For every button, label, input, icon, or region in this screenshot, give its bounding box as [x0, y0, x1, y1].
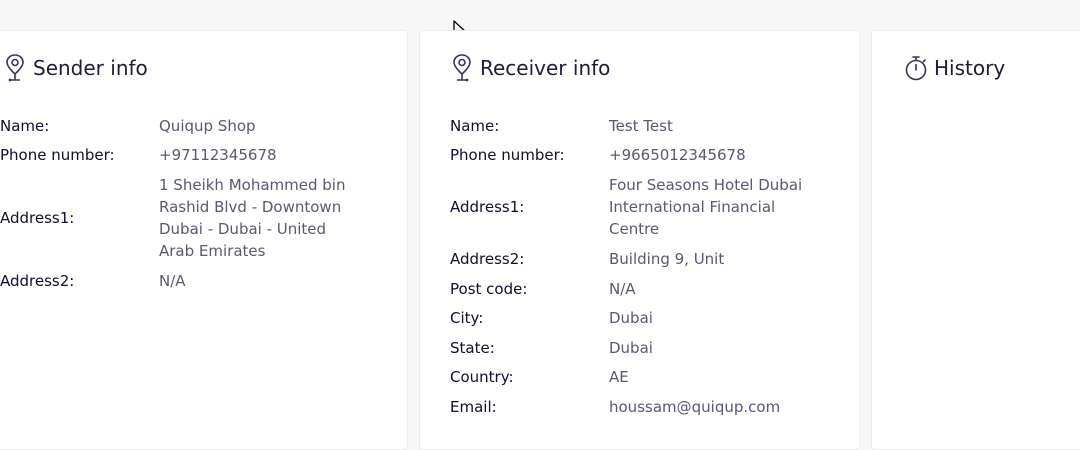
- receiver-phone-row: Phone number: +9665012345678: [450, 141, 824, 171]
- receiver-email-row: Email: houssam@quiqup.com: [450, 392, 824, 422]
- history-header: History: [904, 53, 1005, 83]
- receiver-name-label: Name:: [450, 116, 500, 135]
- receiver-info-title: Receiver info: [480, 56, 611, 80]
- receiver-phone-label: Phone number:: [450, 146, 565, 165]
- history-card: History: [871, 30, 1080, 450]
- sender-address1-value: 1 Sheikh Mohammed bin Rashid Blvd - Down…: [159, 176, 346, 261]
- stopwatch-icon: [904, 53, 928, 83]
- receiver-state-label: State:: [450, 338, 495, 357]
- receiver-city-label: City:: [450, 309, 484, 328]
- receiver-address1-value: Four Seasons Hotel Dubai International F…: [609, 176, 803, 239]
- receiver-address2-label: Address2:: [450, 249, 525, 268]
- receiver-postcode-value: N/A: [609, 279, 636, 298]
- sender-phone-value: +97112345678: [159, 146, 277, 165]
- sender-address1-row: Address1: 1 Sheikh Mohammed bin Rashid B…: [0, 174, 364, 262]
- history-title: History: [934, 56, 1006, 80]
- sender-name-label: Name:: [0, 116, 50, 135]
- sender-name-row: Name: Quiqup Shop: [0, 111, 364, 141]
- receiver-address1-row: Address1: Four Seasons Hotel Dubai Inter…: [450, 174, 824, 240]
- sender-info-card: Sender info Name: Quiqup Shop Phone numb…: [0, 30, 408, 450]
- sender-name-value: Quiqup Shop: [159, 116, 256, 135]
- receiver-postcode-label: Post code:: [450, 279, 528, 298]
- receiver-country-value: AE: [609, 368, 629, 387]
- receiver-info-card: Receiver info Name: Test Test Phone numb…: [419, 30, 860, 450]
- sender-address2-label: Address2:: [0, 271, 75, 290]
- receiver-phone-value: +9665012345678: [609, 146, 746, 165]
- sender-info-header: Sender info: [3, 53, 148, 83]
- receiver-email-label: Email:: [450, 397, 497, 416]
- location-pin-icon: [3, 53, 27, 83]
- receiver-postcode-row: Post code: N/A: [450, 274, 824, 304]
- receiver-name-value: Test Test: [609, 116, 673, 135]
- receiver-country-row: Country: AE: [450, 363, 824, 393]
- sender-address2-value: N/A: [159, 271, 186, 290]
- receiver-name-row: Name: Test Test: [450, 111, 824, 141]
- receiver-info-header: Receiver info: [450, 53, 610, 83]
- sender-phone-row: Phone number: +97112345678: [0, 141, 364, 171]
- receiver-city-value: Dubai: [609, 309, 653, 328]
- location-pin-icon: [450, 53, 474, 83]
- receiver-city-row: City: Dubai: [450, 303, 824, 333]
- sender-info-title: Sender info: [33, 56, 148, 80]
- receiver-country-label: Country:: [450, 368, 514, 387]
- receiver-info-rows: Name: Test Test Phone number: +966501234…: [450, 111, 824, 422]
- sender-phone-label: Phone number:: [0, 146, 115, 165]
- receiver-address1-label: Address1:: [450, 198, 525, 217]
- sender-address2-row: Address2: N/A: [0, 266, 364, 296]
- sender-info-rows: Name: Quiqup Shop Phone number: +9711234…: [0, 111, 364, 296]
- receiver-address2-row: Address2: Building 9, Unit: [450, 244, 824, 274]
- sender-address1-label: Address1:: [0, 209, 75, 228]
- receiver-state-row: State: Dubai: [450, 333, 824, 363]
- receiver-state-value: Dubai: [609, 338, 653, 357]
- receiver-address2-value: Building 9, Unit: [609, 249, 725, 268]
- receiver-email-value: houssam@quiqup.com: [609, 397, 781, 416]
